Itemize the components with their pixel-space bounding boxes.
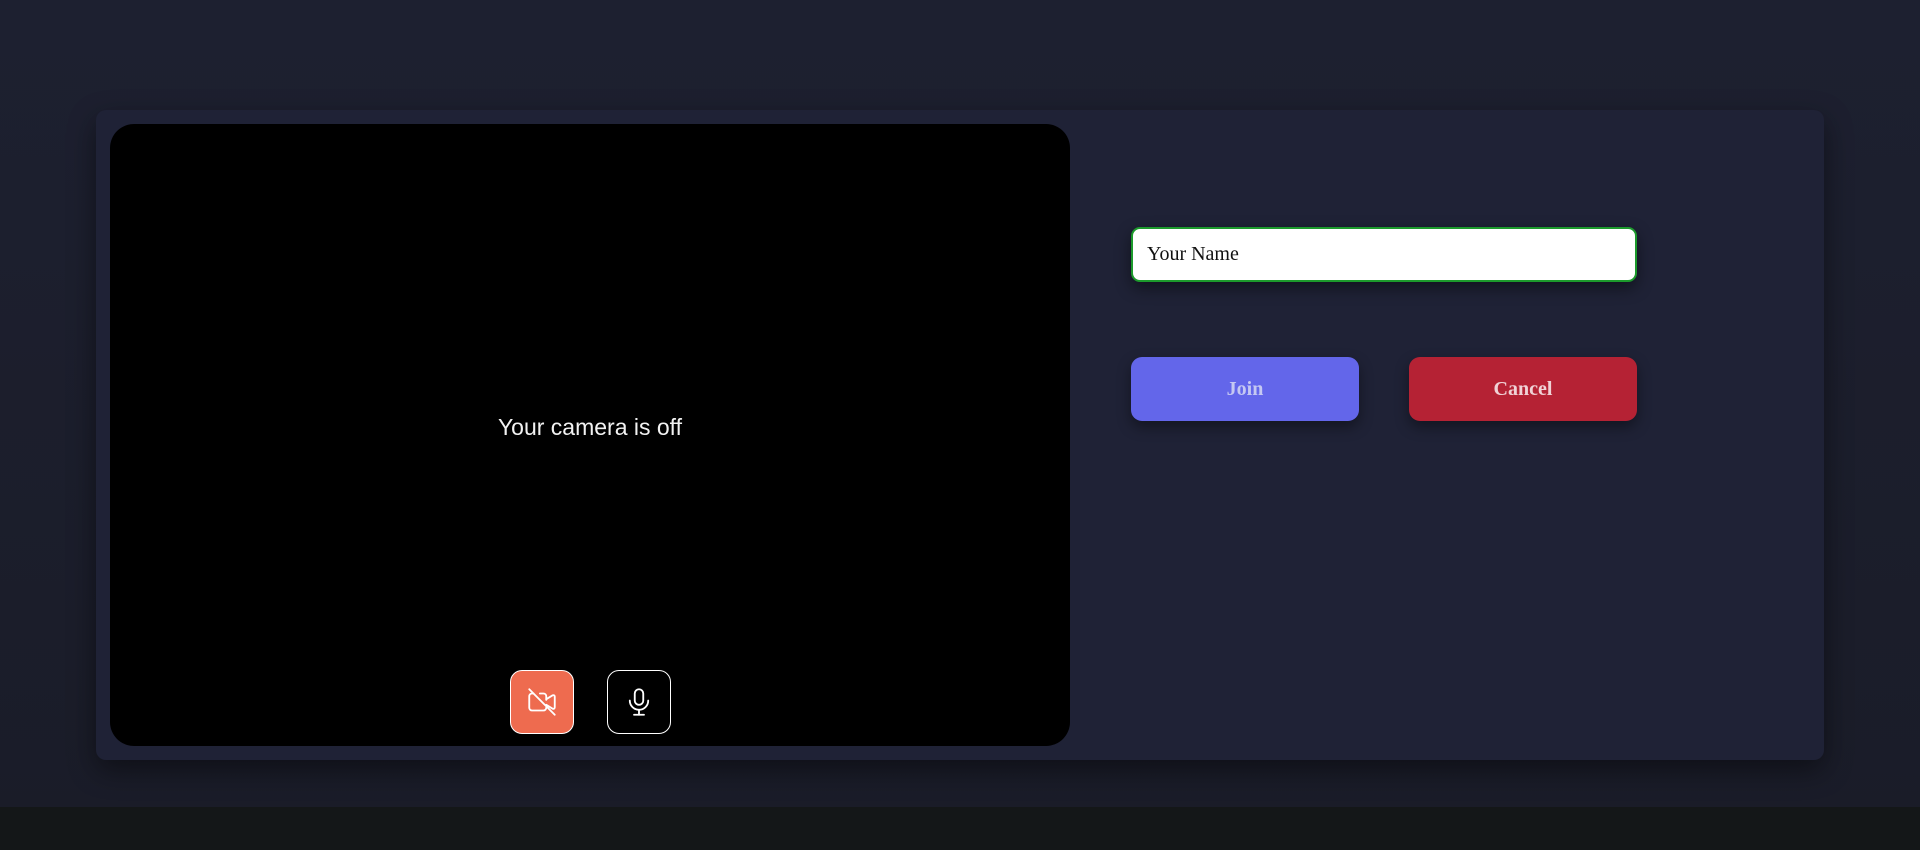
camera-preview: Your camera is off <box>110 124 1070 746</box>
toggle-microphone-button[interactable] <box>606 670 671 734</box>
join-card: Your camera is off <box>96 110 1824 760</box>
action-buttons: Join Cancel <box>1131 357 1637 421</box>
cancel-button[interactable]: Cancel <box>1409 357 1637 421</box>
page: Your camera is off Your Name Join Cancel <box>0 0 1920 850</box>
footer-strip <box>0 807 1920 850</box>
microphone-icon <box>628 688 649 716</box>
join-form: Join Cancel <box>1131 227 1637 421</box>
media-controls <box>110 670 1070 734</box>
join-button[interactable]: Join <box>1131 357 1359 421</box>
video-off-icon <box>527 688 556 716</box>
camera-off-message: Your camera is off <box>497 414 683 440</box>
toggle-camera-button[interactable] <box>509 670 574 734</box>
name-input[interactable] <box>1131 227 1637 282</box>
